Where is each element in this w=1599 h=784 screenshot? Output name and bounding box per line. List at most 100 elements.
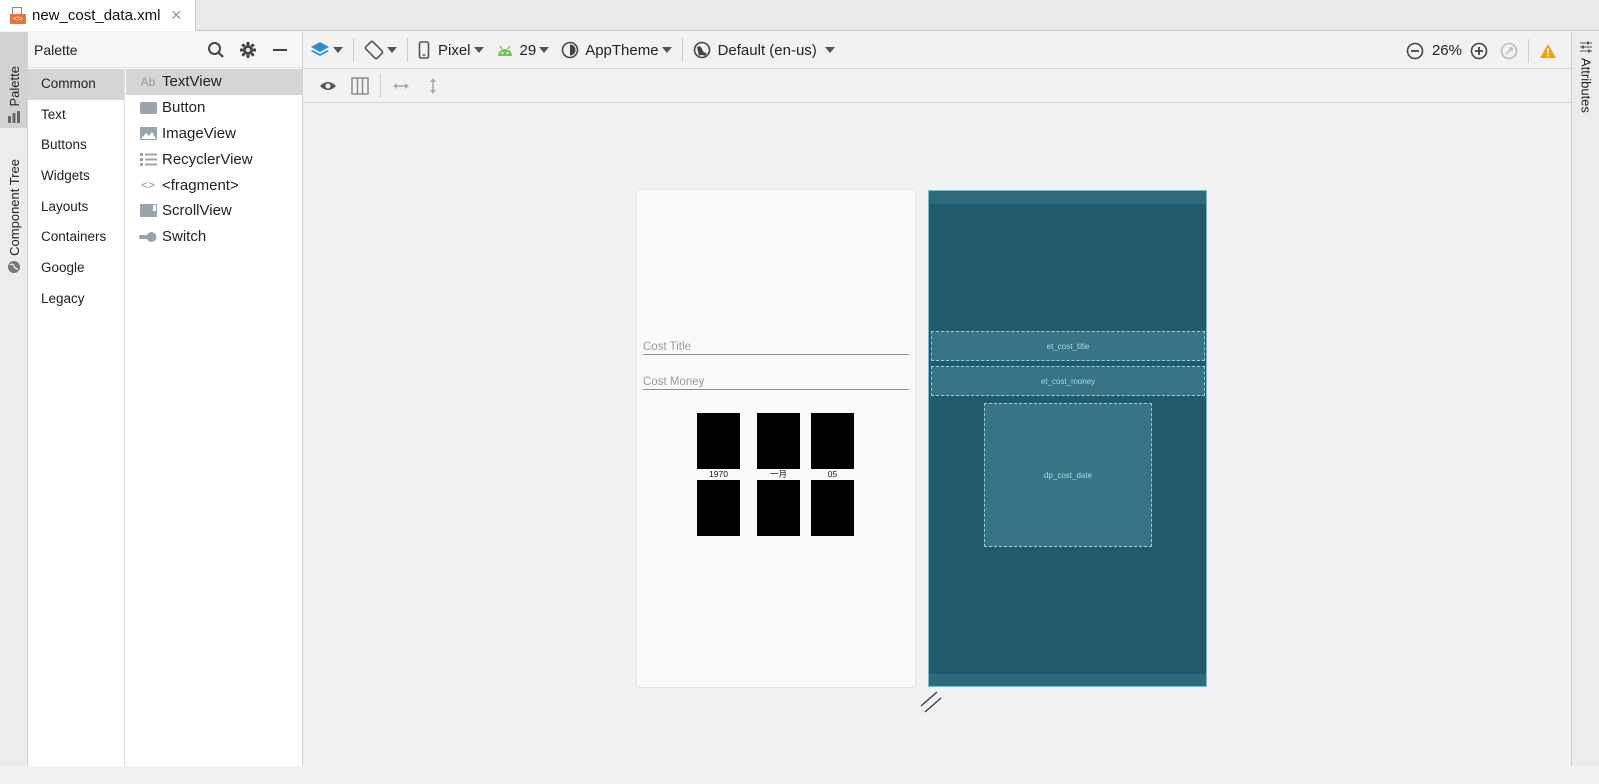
year-spinner[interactable]: 1970 (697, 413, 740, 537)
blueprint-et-cost-money[interactable]: et_cost_money (931, 366, 1205, 396)
blueprint-preview[interactable]: et_cost_title et_cost_money dp_cost_date (928, 190, 1207, 687)
expand-horizontal-button[interactable] (387, 72, 415, 100)
category-text[interactable]: Text (28, 100, 124, 131)
scrollview-icon (139, 204, 157, 218)
globe-icon (693, 41, 710, 59)
gear-icon[interactable] (238, 40, 258, 60)
month-spinner[interactable]: 一月 (757, 413, 800, 537)
zoom-out-icon (1406, 42, 1424, 59)
blueprint-dp-cost-date-label: dp_cost_date (1043, 470, 1093, 480)
palette-tool-button[interactable]: Palette (0, 32, 28, 128)
component-tree-tool-label: Component Tree (6, 159, 22, 256)
resize-handle-icon[interactable] (919, 690, 943, 714)
palette-title: Palette (34, 41, 78, 58)
blueprint-status-bar (929, 191, 1206, 204)
blueprint-dp-cost-date[interactable]: dp_cost_date (984, 403, 1152, 547)
palette-widget-list: Ab TextView Button ImageView RecyclerVie… (126, 69, 302, 766)
zoom-level: 26% (1431, 42, 1462, 59)
widget-fragment[interactable]: <> <fragment> (126, 172, 302, 198)
switch-icon (139, 230, 157, 244)
cost-date-picker[interactable]: 1970 一月 05 (697, 413, 855, 537)
widget-switch[interactable]: Switch (126, 224, 302, 250)
category-containers[interactable]: Containers (28, 222, 124, 253)
design-preview[interactable]: Cost Title Cost Money 1970 一月 05 (637, 190, 915, 687)
widget-button[interactable]: Button (126, 95, 302, 121)
category-layouts[interactable]: Layouts (28, 192, 124, 223)
textview-icon: Ab (140, 74, 156, 89)
file-tab[interactable]: <> new_cost_data.xml ✕ (0, 0, 196, 31)
orientation-dropdown[interactable] (358, 35, 403, 65)
rotate-icon (364, 40, 384, 60)
locale-label: Default (en-us) (717, 41, 817, 59)
view-options-button[interactable] (314, 72, 342, 100)
guidelines-button[interactable] (346, 72, 374, 100)
design-surface-dropdown[interactable] (304, 35, 349, 65)
category-widgets[interactable]: Widgets (28, 161, 124, 192)
close-tab-icon[interactable]: ✕ (170, 7, 182, 24)
attributes-tool-button[interactable]: Attributes (1572, 40, 1599, 113)
cost-title-edittext[interactable]: Cost Title (643, 333, 909, 355)
category-buttons[interactable]: Buttons (28, 130, 124, 161)
category-legacy[interactable]: Legacy (28, 284, 124, 315)
xml-badge: <> (10, 14, 26, 24)
zoom-out-button[interactable] (1400, 36, 1430, 66)
expand-vertical-button[interactable] (419, 72, 447, 100)
palette-icon (8, 111, 20, 123)
android-icon (497, 45, 512, 56)
blueprint-et-cost-money-label: et_cost_money (1040, 376, 1096, 386)
zoom-to-fit-button[interactable] (1494, 36, 1524, 66)
zoom-in-button[interactable] (1464, 36, 1494, 66)
eye-icon (320, 82, 336, 90)
day-spinner[interactable]: 05 (811, 413, 854, 537)
blueprint-et-cost-title[interactable]: et_cost_title (931, 331, 1205, 361)
component-tree-tool-button[interactable]: Component Tree (0, 150, 28, 278)
left-tool-strip: Palette Component Tree (0, 32, 28, 766)
imageview-icon (139, 126, 157, 140)
xml-file-icon: <> (10, 7, 26, 24)
minimize-icon[interactable] (270, 40, 290, 60)
blueprint-nav-bar (929, 674, 1206, 686)
widget-label: <fragment> (162, 176, 239, 194)
month-value: 一月 (769, 469, 787, 479)
fragment-icon: <> (140, 178, 155, 193)
columns-icon (351, 77, 369, 95)
vertical-arrows-icon (430, 78, 436, 94)
palette-panel: Palette Common Text Buttons Widgets Layo… (28, 32, 303, 766)
theme-dropdown[interactable]: AppTheme (555, 35, 677, 65)
warnings-button[interactable] (1533, 36, 1571, 66)
design-canvas[interactable]: Cost Title Cost Money 1970 一月 05 et_cost… (304, 104, 1571, 766)
widget-imageview[interactable]: ImageView (126, 121, 302, 147)
category-common[interactable]: Common (28, 69, 124, 100)
widget-label: ScrollView (162, 202, 232, 220)
palette-header: Palette (28, 32, 302, 68)
editor-tab-bar: <> new_cost_data.xml ✕ (0, 0, 1599, 31)
widget-recyclerview[interactable]: RecyclerView (126, 146, 302, 172)
palette-tool-label: Palette (6, 65, 22, 106)
widget-label: Button (162, 99, 206, 117)
category-google[interactable]: Google (28, 253, 124, 284)
device-dropdown[interactable]: Pixel (412, 35, 490, 65)
recyclerview-icon (139, 152, 157, 166)
cost-money-edittext[interactable]: Cost Money (643, 368, 909, 390)
widget-label: TextView (162, 73, 222, 91)
api-level-label: 29 (519, 41, 537, 59)
view-options-toolbar (304, 70, 1571, 103)
sliders-icon (1580, 41, 1592, 53)
zoom-fit-icon (1500, 42, 1518, 59)
search-icon[interactable] (206, 40, 226, 60)
horizontal-arrows-icon (393, 83, 409, 89)
phone-icon (418, 41, 430, 59)
device-label: Pixel (438, 41, 471, 59)
warning-icon (1540, 43, 1556, 58)
zoom-in-icon (1470, 42, 1488, 59)
locale-dropdown[interactable]: Default (en-us) (687, 35, 841, 65)
layout-editor-toolbar: Pixel 29 AppTheme Default (en-us) 26% (304, 32, 1571, 69)
api-level-dropdown[interactable]: 29 (490, 35, 556, 65)
palette-category-list: Common Text Buttons Widgets Layouts Cont… (28, 69, 125, 766)
widget-scrollview[interactable]: ScrollView (126, 198, 302, 224)
zoom-controls: 26% (1400, 32, 1571, 69)
right-tool-strip: Attributes (1571, 32, 1599, 766)
widget-label: Switch (162, 228, 207, 246)
theme-icon (561, 41, 579, 59)
widget-textview[interactable]: Ab TextView (126, 69, 302, 95)
